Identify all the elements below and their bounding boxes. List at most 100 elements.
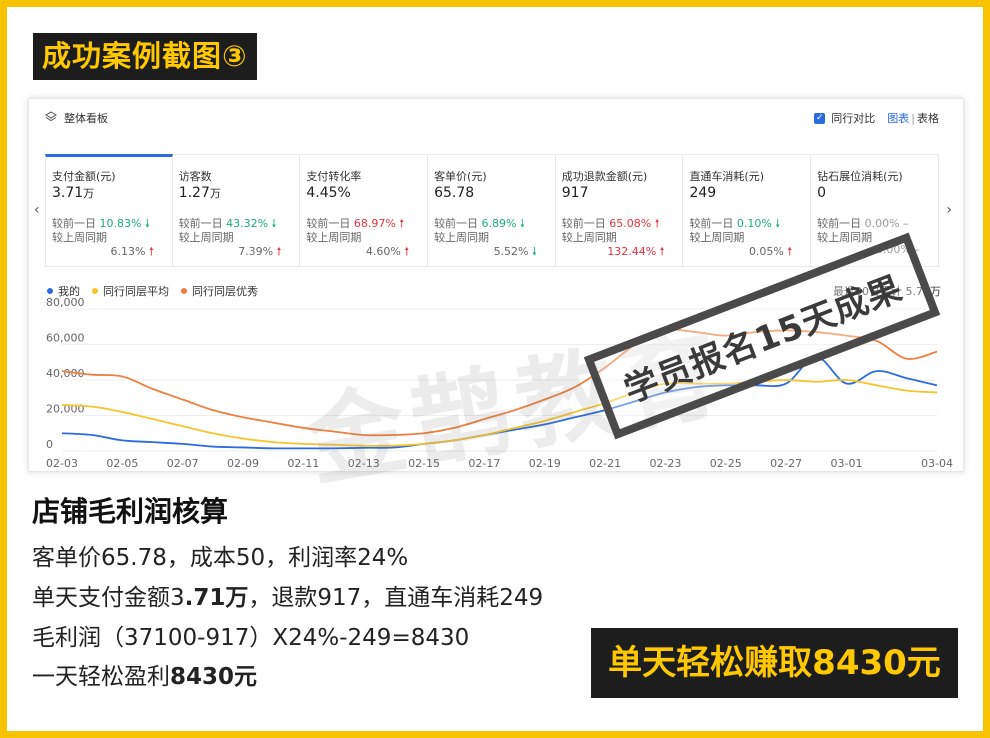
arrow-down-icon: 🠗 [520,217,525,230]
metric-week-label: 较上周同期 [306,231,362,244]
metric-week-compare: 7.39% 🠕 [179,243,300,258]
metric-week-label: 较上周同期 [434,231,490,244]
calc-line-4-b: 8430元 [170,664,258,690]
metric-card[interactable]: 成功退款金额(元) 917 较前一日 65.08% 🠕 较上周同期 132.44% 🠕 [555,154,684,267]
metric-value: 65.78 [434,185,555,205]
y-tick-label: 80,000 [46,296,85,309]
arrow-down-icon: 🠗 [144,217,150,230]
metric-number: 4.45% [306,185,351,201]
calc-line-4-a: 一天轻松盈利 [32,664,170,690]
view-separator: | [911,111,915,125]
metric-week-compare: 5.52% 🠗 [434,243,555,258]
metric-day-compare: 较前一日 0.00% – [817,215,938,230]
dashboard-title: 整体看板 [64,112,108,125]
arrow-up-icon: 🠕 [148,245,154,258]
x-tick-label: 02-05 [106,457,138,470]
layers-icon [45,111,57,122]
metrics-prev-arrow[interactable]: ‹ [34,202,40,218]
x-tick-label: 02-23 [649,457,681,470]
x-tick-label: 02-27 [770,457,802,470]
compare-checkbox[interactable]: ✓ [814,112,826,124]
metric-label: 客单价(元) [434,170,487,183]
metric-week-label: 较上周同期 [178,231,234,244]
metric-day-compare: 较前一日 65.08% 🠕 [562,215,683,230]
metric-value: 249 [689,185,810,205]
arrow-up-icon: 🠕 [787,245,793,258]
compare-label: 同行对比 [831,112,876,125]
legend-dot-icon [47,288,53,294]
calc-title: 店铺毛利润核算 [32,495,229,528]
y-tick-label: 0 [46,438,53,451]
metric-label: 支付金额(元) [52,170,116,183]
x-tick-label: 02-25 [710,457,742,470]
metric-number: 249 [689,185,717,201]
metric-number: 917 [561,185,589,201]
metric-week-label: 较上周同期 [561,231,617,244]
metric-value: 917 [562,185,683,205]
x-tick-label: 02-09 [227,457,259,470]
calc-line-3: 毛利润（37100-917）X24%-249=8430 [32,625,470,651]
metric-day-compare: 较前一日 0.10% 🠗 [689,215,810,230]
calc-line-2-a: 单天支付金额3 [32,585,185,611]
x-tick-label: 03-04 [921,457,953,470]
metric-card[interactable]: 支付金额(元) 3.71万较前一日 10.83% 🠗 较上周同期 6.13% 🠕 [45,154,173,267]
arrow-down-icon: 🠗 [775,217,781,230]
metric-week-compare: 132.44% 🠕 [562,243,683,258]
metric-label: 直通车消耗(元) [689,170,765,183]
calc-line-4: 一天轻松盈利8430元 [32,657,257,691]
week-compare-pct: 6.13% [110,245,149,258]
metric-card[interactable]: 客单价(元) 65.78 较前一日 6.89% 🠗 较上周同期 5.52% 🠗 [428,154,556,267]
arrow-up-icon: 🠕 [276,245,282,258]
x-tick-label: 02-07 [167,457,199,470]
arrow-up-icon: 🠕 [654,217,660,230]
metric-week-compare: 4.60% 🠕 [306,243,427,258]
metric-value: 0 [817,185,938,205]
week-compare-pct: 7.39% [238,245,277,258]
metric-day-compare: 较前一日 6.89% 🠗 [434,215,555,230]
dash-icon: – [903,217,909,230]
view-table-toggle[interactable]: 表格 [917,110,939,126]
case-title: 成功案例截图③ [33,33,257,80]
metric-number: 1.27 [178,185,210,201]
legend-dot-icon [181,288,187,294]
metrics-next-arrow[interactable]: › [946,202,952,218]
arrow-up-icon: 🠕 [659,245,665,258]
metric-label: 支付转化率 [306,170,362,183]
metric-cards: 支付金额(元) 3.71万 较前一日 10.83% 🠗 较上周同期 6.13% 🠕 访客数… [45,154,939,267]
view-controls: ✓ 同行对比 图表 | 表格 [814,110,939,126]
metric-week-label: 较上周同期 [689,231,745,244]
metric-number: 3.71 [52,185,84,201]
calc-line-1: 客单价65.78，成本50，利润率24% [32,545,409,571]
metric-label: 钻石展位消耗(元) [817,170,903,183]
metric-unit: 万 [83,187,95,200]
week-compare-pct: 5.52% [493,245,533,258]
calc-line-2: 单天支付金额3.71万，退款917，直通车消耗249 [32,578,543,612]
dashboard-header: 整体看板 ✓ 同行对比 图表 | 表格 [29,99,963,137]
week-compare-pct: 132.44% [607,245,660,258]
metric-day-compare: 较前一日 10.83% 🠗 [52,215,172,230]
metric-week-compare: 0.05% 🠕 [689,243,810,258]
metric-value: 3.71万 [52,185,172,205]
arrow-up-icon: 🠕 [404,245,410,258]
view-chart-toggle[interactable]: 图表 [887,110,909,126]
metric-week-label: 较上周同期 [52,231,107,244]
legend-dot-icon [92,288,98,294]
week-compare-pct: 0.05% [748,245,788,258]
x-tick-label: 03-01 [830,457,862,470]
metric-week-compare: 6.13% 🠕 [52,243,172,258]
calc-line-2-c: ，退款917，直通车消耗249 [248,585,544,611]
calc-line-2-b: .71万 [184,585,249,611]
metric-label: 访客数 [178,170,212,183]
y-tick-label: 60,000 [46,332,85,345]
metric-unit: 万 [209,187,221,200]
arrow-down-icon: 🠗 [532,245,537,258]
metric-card[interactable]: 支付转化率 4.45% 较前一日 68.97% 🠕 较上周同期 4.60% 🠕 [300,154,429,267]
result-badge: 单天轻松赚取8430元 [591,628,958,698]
x-tick-label: 02-21 [589,457,621,470]
metric-number: 0 [817,185,827,201]
metric-day-compare: 较前一日 68.97% 🠕 [306,215,427,230]
metric-day-compare: 较前一日 43.32% 🠗 [179,215,300,230]
metric-value: 4.45% [306,185,427,205]
metric-card[interactable]: 访客数 1.27万 较前一日 43.32% 🠗 较上周同期 7.39% 🠕 [172,154,301,267]
metric-card[interactable]: 直通车消耗(元) 249 较前一日 0.10% 🠗 较上周同期 0.05% 🠕 [683,154,812,267]
